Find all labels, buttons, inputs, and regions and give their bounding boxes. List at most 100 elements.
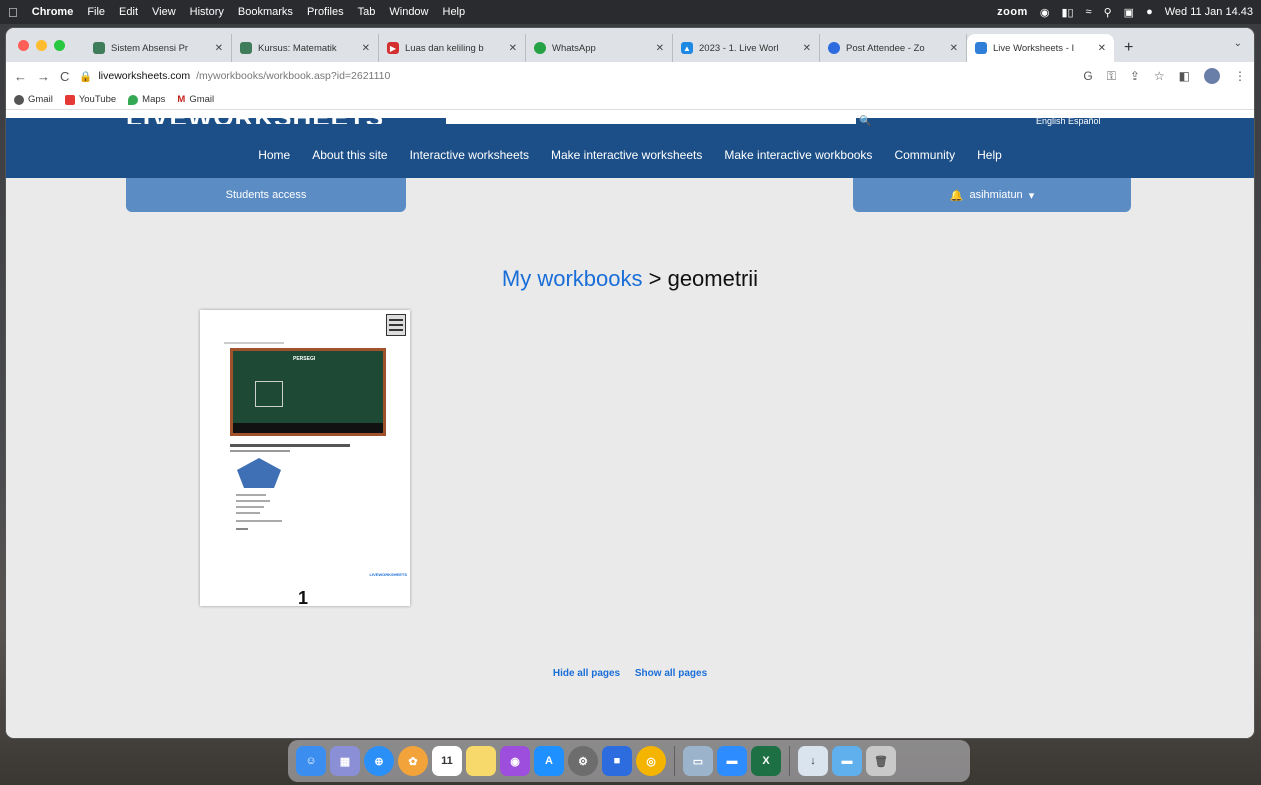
- drive-favicon-icon: ▲: [681, 42, 693, 54]
- clock[interactable]: Wed 11 Jan 14.43: [1165, 6, 1253, 18]
- hamburger-menu-icon[interactable]: [386, 314, 406, 336]
- nav-help[interactable]: Help: [966, 148, 1013, 162]
- google-lens-icon[interactable]: G: [1083, 69, 1092, 83]
- site-nav: Home About this site Interactive workshe…: [6, 148, 1254, 162]
- site-logo[interactable]: LIVEWORKSHEETS: [126, 110, 384, 124]
- control-center-icon[interactable]: ▣: [1124, 6, 1134, 19]
- maximize-window-button[interactable]: [54, 39, 65, 51]
- preview-icon[interactable]: ▭: [683, 746, 713, 776]
- tab-whatsapp[interactable]: WhatsApp ✕: [526, 34, 673, 62]
- menu-history[interactable]: History: [190, 6, 224, 18]
- nav-home[interactable]: Home: [247, 148, 301, 162]
- menu-bookmarks[interactable]: Bookmarks: [238, 6, 293, 18]
- apple-icon[interactable]: : [8, 5, 18, 20]
- minimize-window-button[interactable]: [36, 39, 47, 51]
- close-tab-icon[interactable]: ✕: [215, 43, 223, 54]
- nav-interactive-worksheets[interactable]: Interactive worksheets: [399, 148, 540, 162]
- close-tab-icon[interactable]: ✕: [509, 43, 517, 54]
- nav-community[interactable]: Community: [883, 148, 966, 162]
- password-key-icon[interactable]: ⚿: [1107, 69, 1116, 84]
- search-icon[interactable]: 🔍: [859, 116, 871, 127]
- calendar-icon[interactable]: 11: [432, 746, 462, 776]
- screen-record-icon[interactable]: ◉: [1040, 6, 1050, 19]
- close-tab-icon[interactable]: ✕: [950, 43, 958, 54]
- photos-icon[interactable]: ✿: [398, 746, 428, 776]
- menu-file[interactable]: File: [87, 6, 105, 18]
- notes-icon[interactable]: [466, 746, 496, 776]
- lock-icon[interactable]: 🔒: [79, 70, 92, 83]
- bookmark-label: YouTube: [78, 94, 117, 105]
- workbook-page-thumbnail[interactable]: PERSEGI LIVEWORKSHEETS 1: [200, 310, 410, 608]
- user-menu-button[interactable]: 🔔 asihmiatun ▾: [853, 178, 1131, 212]
- kebab-menu-icon[interactable]: ⋮: [1234, 69, 1246, 83]
- bookmark-maps[interactable]: Maps: [128, 94, 165, 105]
- side-panel-icon[interactable]: ◧: [1179, 69, 1190, 83]
- menu-profiles[interactable]: Profiles: [307, 6, 344, 18]
- address-bar[interactable]: 🔒 liveworksheets.com/myworkbooks/workboo…: [79, 70, 1073, 83]
- finder-icon[interactable]: ☺: [296, 746, 326, 776]
- folder-icon[interactable]: ▬: [832, 746, 862, 776]
- close-tab-icon[interactable]: ✕: [656, 43, 664, 54]
- profile-avatar[interactable]: [1204, 68, 1220, 84]
- language-links[interactable]: English Español: [1036, 116, 1101, 126]
- close-tab-icon[interactable]: ✕: [362, 43, 370, 54]
- menu-help[interactable]: Help: [443, 6, 466, 18]
- menu-view[interactable]: View: [152, 6, 176, 18]
- bookmark-gmail-2[interactable]: M Gmail: [177, 94, 214, 105]
- my-workbooks-link[interactable]: My workbooks: [502, 266, 643, 291]
- bookmark-youtube[interactable]: YouTube: [64, 94, 117, 105]
- battery-icon[interactable]: ▮▯: [1061, 6, 1073, 19]
- video-preview: PERSEGI: [230, 348, 386, 436]
- zoom-status-icon[interactable]: zoom: [997, 6, 1028, 18]
- tab-google-drive[interactable]: ▲ 2023 - 1. Live Worl ✕: [673, 34, 820, 62]
- tab-search-chevron-icon[interactable]: ⌄: [1234, 38, 1242, 49]
- back-arrow-icon[interactable]: ←: [14, 69, 27, 84]
- hide-all-pages-link[interactable]: Hide all pages: [553, 668, 620, 679]
- menu-window[interactable]: Window: [389, 6, 428, 18]
- tab-title: Kursus: Matematik: [258, 42, 337, 54]
- zoom-app-icon[interactable]: ▬: [717, 746, 747, 776]
- spotlight-icon[interactable]: ⚲: [1104, 6, 1112, 19]
- podcasts-icon[interactable]: ◉: [500, 746, 530, 776]
- close-tab-icon[interactable]: ✕: [803, 43, 811, 54]
- zoom-icon[interactable]: ■: [602, 746, 632, 776]
- tab-title: 2023 - 1. Live Worl: [699, 42, 779, 54]
- tab-luas-keliling[interactable]: ▶ Luas dan keliling b ✕: [379, 34, 526, 62]
- tab-live-worksheets[interactable]: Live Worksheets - I ✕: [967, 34, 1114, 62]
- bookmark-star-icon[interactable]: ☆: [1154, 69, 1165, 83]
- page-links: Hide all pages Show all pages: [6, 668, 1254, 679]
- nav-make-workbooks[interactable]: Make interactive workbooks: [713, 148, 883, 162]
- tab-sistem-absensi[interactable]: Sistem Absensi Pr ✕: [85, 34, 232, 62]
- app-store-icon[interactable]: A: [534, 746, 564, 776]
- wifi-icon[interactable]: ≈: [1086, 6, 1092, 18]
- safari-icon[interactable]: ⊕: [364, 746, 394, 776]
- nav-about[interactable]: About this site: [301, 148, 398, 162]
- thumbnail-heading-line: [230, 444, 350, 447]
- forward-arrow-icon[interactable]: →: [37, 69, 50, 84]
- menu-app-name[interactable]: Chrome: [32, 6, 74, 18]
- downloads-icon[interactable]: ↓: [798, 746, 828, 776]
- tab-post-attendee-zoom[interactable]: Post Attendee - Zo ✕: [820, 34, 967, 62]
- excel-icon[interactable]: X: [751, 746, 781, 776]
- launchpad-icon[interactable]: ▦: [330, 746, 360, 776]
- tab-title: Sistem Absensi Pr: [111, 42, 189, 54]
- menu-tab[interactable]: Tab: [358, 6, 376, 18]
- siri-icon[interactable]: ●: [1146, 6, 1153, 18]
- bell-icon[interactable]: 🔔: [950, 189, 964, 202]
- tab-kursus-matematika[interactable]: Kursus: Matematik ✕: [232, 34, 379, 62]
- browser-window: Sistem Absensi Pr ✕ Kursus: Matematik ✕ …: [6, 28, 1254, 738]
- close-tab-icon[interactable]: ✕: [1098, 43, 1106, 54]
- settings-icon[interactable]: ⚙: [568, 746, 598, 776]
- new-tab-button[interactable]: +: [1114, 34, 1143, 62]
- menu-edit[interactable]: Edit: [119, 6, 138, 18]
- chrome-icon[interactable]: ◎: [636, 746, 666, 776]
- bookmark-gmail[interactable]: Gmail: [14, 94, 53, 105]
- students-access-button[interactable]: Students access: [126, 178, 406, 212]
- reload-icon[interactable]: C: [60, 69, 69, 84]
- share-icon[interactable]: ⇪: [1130, 69, 1140, 83]
- show-all-pages-link[interactable]: Show all pages: [635, 668, 707, 679]
- trash-icon[interactable]: 🗑: [866, 746, 896, 776]
- site-search-input[interactable]: [446, 118, 856, 124]
- close-window-button[interactable]: [18, 39, 29, 51]
- nav-make-worksheets[interactable]: Make interactive worksheets: [540, 148, 713, 162]
